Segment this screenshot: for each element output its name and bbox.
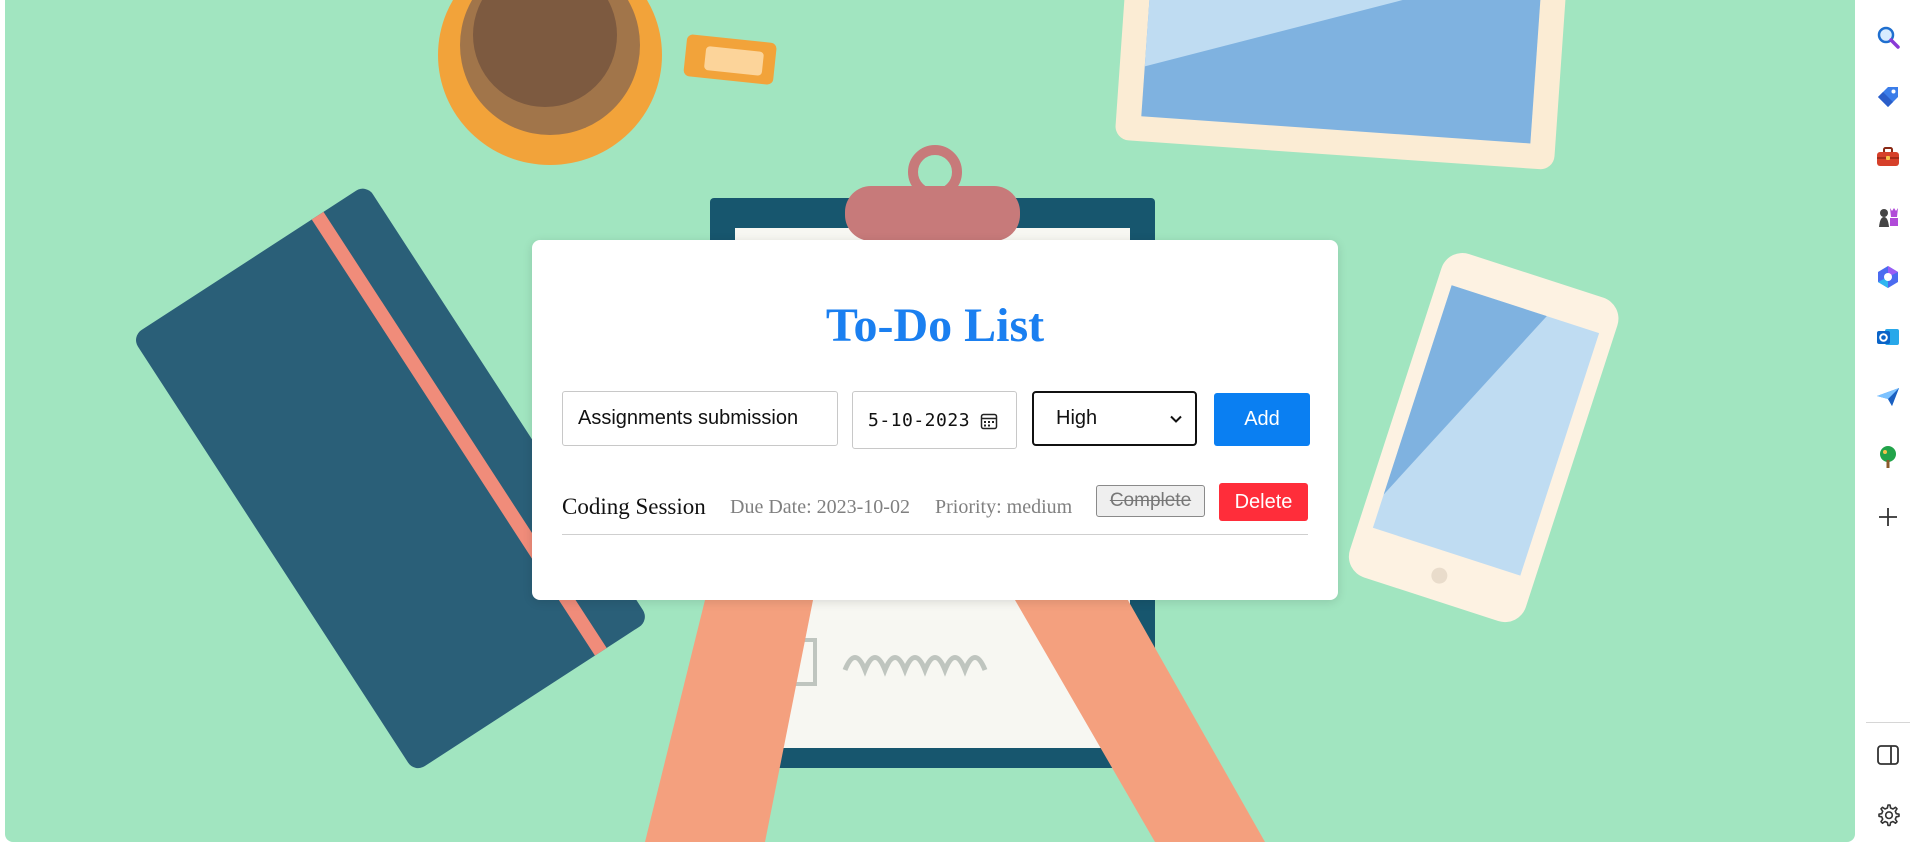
chess-icon — [1879, 208, 1898, 227]
sidebar-games-button[interactable] — [1870, 199, 1906, 235]
due-date-input[interactable]: 5-10-2023 — [852, 391, 1017, 449]
add-icon — [1879, 508, 1897, 526]
page-viewport: To-Do List 5-10-2023 High Add — [5, 0, 1855, 842]
settings-icon — [1878, 804, 1900, 827]
todo-card: To-Do List 5-10-2023 High Add — [532, 240, 1338, 600]
outlook-icon — [1877, 329, 1899, 345]
complete-button[interactable]: Complete — [1096, 485, 1205, 517]
sidebar-copilot-button[interactable] — [1870, 259, 1906, 295]
copilot-icon — [1878, 266, 1898, 288]
sidebar-shopping-button[interactable] — [1870, 79, 1906, 115]
priority-selected-value: High — [1056, 407, 1098, 429]
due-date-value: 5-10-2023 — [868, 409, 971, 431]
send-icon — [1877, 388, 1899, 406]
calendar-icon[interactable] — [980, 412, 998, 430]
phone-illustration — [1348, 253, 1619, 623]
sidebar-tree-button[interactable] — [1870, 439, 1906, 475]
sidebar-send-button[interactable] — [1870, 379, 1906, 415]
sidebar-search-button[interactable] — [1870, 19, 1906, 55]
tablet-illustration — [1115, 0, 1568, 170]
tree-icon — [1880, 446, 1896, 468]
task-input[interactable] — [562, 391, 838, 446]
task-priority: Priority: medium — [935, 496, 1073, 518]
tag-icon — [1878, 87, 1898, 107]
search-icon — [1877, 26, 1900, 49]
browser-sidebar — [1856, 0, 1920, 844]
task-row: Coding Session Due Date: 2023-10-02 Prio… — [562, 483, 1308, 535]
toolbox-icon — [1877, 147, 1899, 166]
sidebar-settings-button[interactable] — [1870, 797, 1906, 833]
sidebar-add-button[interactable] — [1870, 499, 1906, 535]
add-task-button[interactable]: Add — [1214, 393, 1310, 446]
sidebar-divider — [1866, 722, 1910, 723]
priority-select[interactable]: High — [1032, 391, 1197, 446]
coffee-mug-illustration — [438, 0, 777, 165]
chevron-down-icon — [1170, 415, 1182, 423]
sidebar-panel-button[interactable] — [1870, 737, 1906, 773]
task-due-date: Due Date: 2023-10-02 — [730, 496, 910, 518]
sidebar-outlook-button[interactable] — [1870, 319, 1906, 355]
delete-button[interactable]: Delete — [1219, 483, 1308, 521]
panel-icon — [1877, 745, 1899, 765]
page-title: To-Do List — [825, 299, 1045, 352]
sidebar-tools-button[interactable] — [1870, 139, 1906, 175]
task-name: Coding Session — [562, 494, 706, 519]
